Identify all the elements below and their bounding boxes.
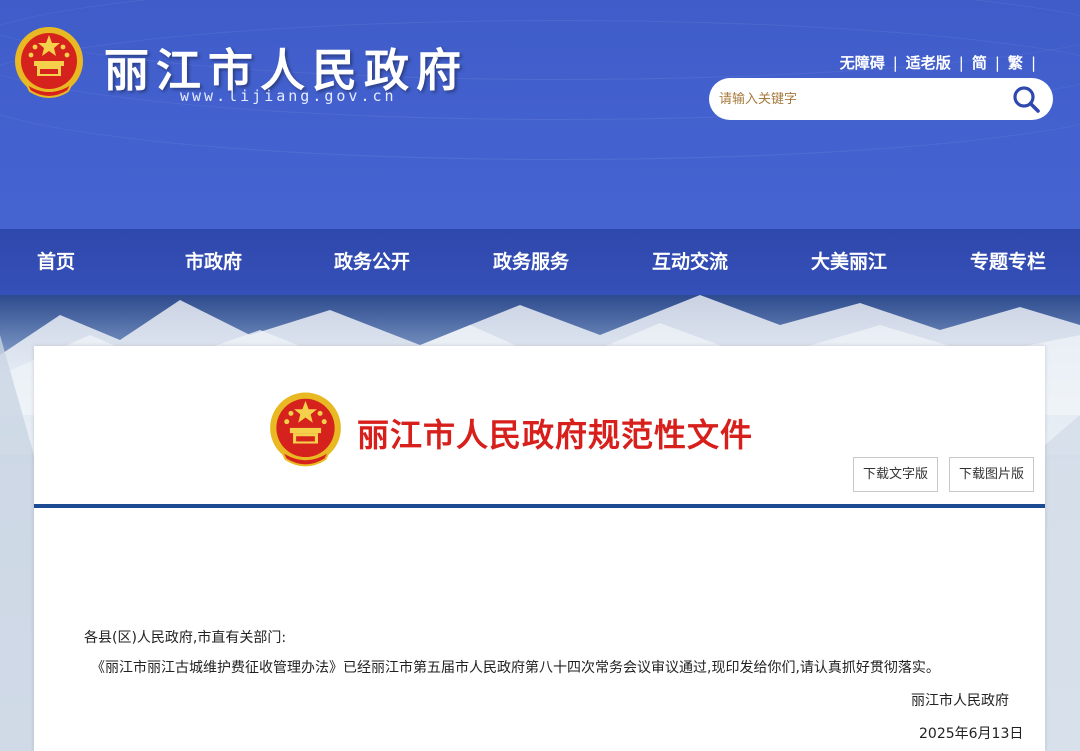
search-input[interactable] <box>719 91 999 107</box>
simplified-chinese-link[interactable]: 简 <box>972 52 987 73</box>
link-separator: | <box>994 53 1000 72</box>
accessibility-link[interactable]: 无障碍 <box>840 52 885 73</box>
link-separator: | <box>1030 53 1036 72</box>
title-divider <box>34 504 1045 508</box>
nav-item-government-services[interactable]: 政务服务 <box>493 229 569 295</box>
top-links: 无障碍 | 适老版 | 简 | 繁 | <box>840 52 1036 73</box>
search-icon[interactable] <box>1011 84 1041 114</box>
nav-item-government-affairs-disclosure[interactable]: 政务公开 <box>334 229 410 295</box>
download-text-button[interactable]: 下载文字版 <box>853 457 939 492</box>
traditional-chinese-link[interactable]: 繁 <box>1008 52 1023 73</box>
search-box <box>709 78 1053 120</box>
link-separator: | <box>892 53 898 72</box>
site-header: 丽江市人民政府 www.lijiang.gov.cn 无障碍 | 适老版 | 简… <box>0 0 1080 229</box>
site-url: www.lijiang.gov.cn <box>180 87 397 105</box>
main-nav: 首页 市政府 政务公开 政务服务 互动交流 大美丽江 专题专栏 <box>0 229 1080 295</box>
document-body: 《丽江市丽江古城维护费征收管理办法》已经丽江市第五届市人民政府第八十四次常务会议… <box>91 660 940 676</box>
nav-item-beautiful-lijiang[interactable]: 大美丽江 <box>811 229 887 295</box>
document-banner-title: 丽江市人民政府规范性文件 <box>357 416 754 454</box>
document-card: 丽江市人民政府规范性文件 下载文字版 下载图片版 各县(区)人民政府,市直有关部… <box>34 346 1045 751</box>
nav-item-interaction[interactable]: 互动交流 <box>652 229 728 295</box>
link-separator: | <box>958 53 964 72</box>
nav-item-home[interactable]: 首页 <box>37 229 75 295</box>
national-emblem-icon <box>15 27 83 98</box>
elderly-mode-link[interactable]: 适老版 <box>906 52 951 73</box>
document-salutation: 各县(区)人民政府,市直有关部门: <box>84 630 287 646</box>
document-signature: 丽江市人民政府 <box>911 693 1009 709</box>
nav-item-special-topics[interactable]: 专题专栏 <box>970 229 1046 295</box>
nav-item-city-government[interactable]: 市政府 <box>185 229 242 295</box>
national-emblem-icon <box>270 392 341 467</box>
document-date: 2025年6月13日 <box>919 726 1024 742</box>
download-image-button[interactable]: 下载图片版 <box>949 457 1035 492</box>
